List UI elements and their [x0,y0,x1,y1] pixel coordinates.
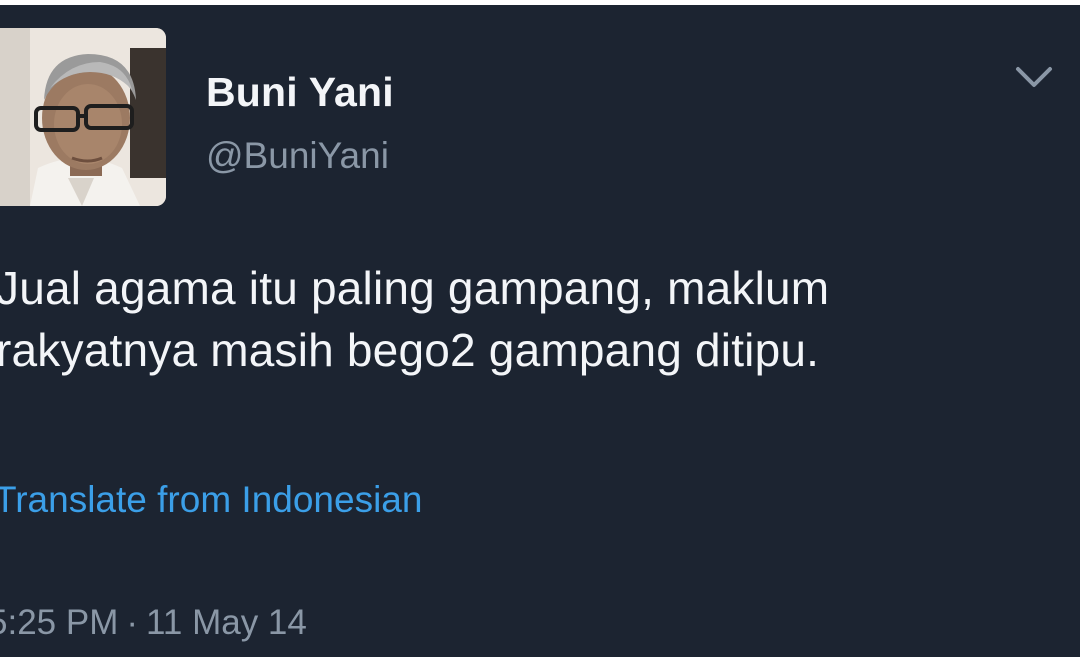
chevron-down-icon[interactable] [1012,61,1056,95]
tweet-text-line: Jual agama itu paling gampang, maklum [0,262,830,314]
separator: · [126,603,139,642]
tweet-time: 5:25 PM [0,603,119,642]
screen: Buni Yani @BuniYani Jual agama itu palin… [0,0,1080,660]
tweet-text: Jual agama itu paling gampang, maklum ra… [0,257,1056,381]
tweet-card[interactable]: Buni Yani @BuniYani Jual agama itu palin… [0,5,1080,657]
avatar[interactable] [0,28,166,206]
avatar-photo [0,28,166,206]
tweet-text-line: rakyatnya masih bego2 gampang ditipu. [0,324,820,376]
display-name[interactable]: Buni Yani [206,69,394,116]
translate-link[interactable]: Translate from Indonesian [0,479,422,521]
timestamp: 5:25 PM · 11 May 14 [0,603,307,643]
user-handle[interactable]: @BuniYani [206,135,389,177]
tweet-date: 11 May 14 [146,603,307,642]
